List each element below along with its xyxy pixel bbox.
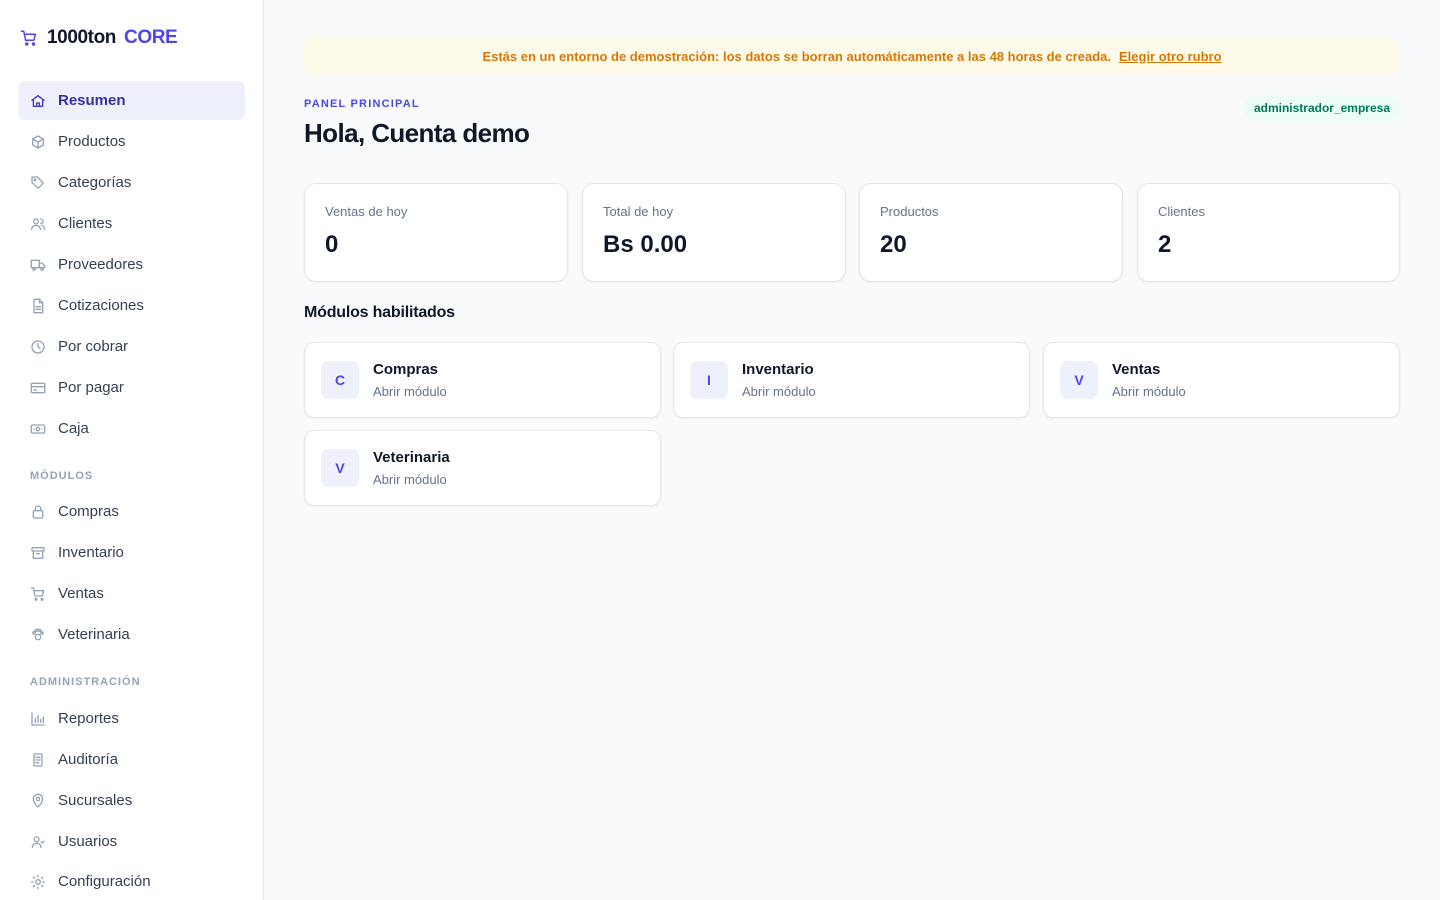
open-module-link[interactable]: Abrir módulo bbox=[373, 472, 447, 487]
sidebar-item-veterinaria[interactable]: Veterinaria bbox=[18, 615, 245, 654]
sidebar-item-label: Ventas bbox=[58, 585, 104, 602]
stat-label: Ventas de hoy bbox=[325, 204, 408, 219]
file-icon bbox=[33, 298, 44, 313]
truck-icon bbox=[30, 259, 46, 271]
sidebar-item-caja[interactable]: Caja bbox=[18, 409, 245, 448]
tag-icon bbox=[31, 175, 44, 189]
sidebar-item-label: Reportes bbox=[58, 710, 119, 727]
module-name: Compras bbox=[373, 361, 439, 378]
stat-value: 0 bbox=[325, 231, 339, 258]
home-icon bbox=[31, 94, 45, 107]
stat-card-clientes: Clientes 2 bbox=[1137, 183, 1400, 282]
clipboard-icon bbox=[33, 752, 43, 767]
module-name: Veterinaria bbox=[373, 449, 450, 466]
sidebar-item-resumen[interactable]: Resumen bbox=[18, 81, 245, 120]
stat-value: 20 bbox=[880, 231, 907, 258]
brand-logo[interactable]: 1000ton CORE bbox=[20, 27, 178, 49]
module-initial: C bbox=[321, 361, 359, 399]
sidebar-item-cotizaciones[interactable]: Cotizaciones bbox=[18, 286, 245, 325]
module-card-ventas[interactable]: V Ventas Abrir módulo bbox=[1043, 342, 1400, 418]
sidebar-item-label: Auditoría bbox=[58, 751, 119, 768]
sun-gear-icon bbox=[30, 874, 46, 889]
paw-icon bbox=[32, 628, 44, 640]
sidebar-item-label: Por cobrar bbox=[58, 338, 129, 355]
module-name: Ventas bbox=[1112, 361, 1161, 378]
sidebar-item-label: Caja bbox=[58, 420, 89, 437]
sidebar-item-label: Categorías bbox=[58, 174, 132, 191]
sidebar-section-modulos: MÓDULOS bbox=[30, 470, 94, 482]
users-icon bbox=[31, 217, 45, 230]
card-icon bbox=[30, 382, 46, 393]
module-initial: V bbox=[321, 449, 359, 487]
sidebar-item-auditoria[interactable]: Auditoría bbox=[18, 740, 245, 779]
sidebar-item-por-pagar[interactable]: Por pagar bbox=[18, 368, 245, 407]
role-badge: administrador_empresa bbox=[1243, 96, 1400, 120]
map-pin-icon bbox=[32, 793, 44, 808]
cash-icon bbox=[30, 423, 46, 434]
sidebar-item-por-cobrar[interactable]: Por cobrar bbox=[18, 327, 245, 366]
clock-icon bbox=[31, 339, 45, 354]
sidebar-item-label: Productos bbox=[58, 133, 126, 150]
page-title: Hola, Cuenta demo bbox=[304, 118, 530, 148]
open-module-link[interactable]: Abrir módulo bbox=[1112, 384, 1186, 399]
module-card-inventario[interactable]: I Inventario Abrir módulo bbox=[673, 342, 1030, 418]
sidebar-item-label: Veterinaria bbox=[58, 626, 130, 643]
stat-card-productos: Productos 20 bbox=[859, 183, 1123, 282]
sidebar-item-proveedores[interactable]: Proveedores bbox=[18, 245, 245, 284]
archive-icon bbox=[31, 546, 45, 559]
brand-suffix: CORE bbox=[124, 27, 178, 48]
sidebar-item-label: Por pagar bbox=[58, 379, 124, 396]
cart-icon bbox=[20, 30, 37, 46]
sidebar-item-clientes[interactable]: Clientes bbox=[18, 204, 245, 243]
stat-card-ventas-hoy: Ventas de hoy 0 bbox=[304, 183, 568, 282]
stat-value: Bs 0.00 bbox=[603, 231, 688, 258]
sidebar-item-label: Compras bbox=[58, 503, 119, 520]
stat-label: Clientes bbox=[1158, 204, 1205, 219]
brand-name: 1000ton bbox=[47, 27, 117, 48]
stat-label: Productos bbox=[880, 204, 939, 219]
module-name: Inventario bbox=[742, 361, 814, 378]
module-card-veterinaria[interactable]: V Veterinaria Abrir módulo bbox=[304, 430, 661, 506]
modules-section-title: Módulos habilitados bbox=[304, 304, 455, 321]
module-initial: V bbox=[1060, 361, 1098, 399]
change-industry-link[interactable]: Elegir otro rubro bbox=[1119, 49, 1222, 64]
bar-chart-icon bbox=[31, 711, 45, 726]
sidebar-item-label: Resumen bbox=[58, 92, 126, 109]
sidebar-item-label: Sucursales bbox=[58, 792, 133, 809]
sidebar-item-label: Configuración bbox=[58, 873, 151, 890]
cart-icon bbox=[30, 586, 45, 601]
sidebar-item-label: Clientes bbox=[58, 215, 113, 232]
sidebar-item-compras[interactable]: Compras bbox=[18, 492, 245, 531]
module-initial: I bbox=[690, 361, 728, 399]
sidebar-item-reportes[interactable]: Reportes bbox=[18, 699, 245, 738]
sidebar-item-sucursales[interactable]: Sucursales bbox=[18, 781, 245, 820]
stat-value: 2 bbox=[1158, 231, 1172, 258]
sidebar: 1000ton CORE Resumen Productos Categoría… bbox=[0, 0, 264, 900]
sidebar-item-inventario[interactable]: Inventario bbox=[18, 533, 245, 572]
open-module-link[interactable]: Abrir módulo bbox=[373, 384, 447, 399]
sidebar-item-configuracion[interactable]: Configuración bbox=[18, 862, 245, 900]
sidebar-section-administracion: ADMINISTRACIÓN bbox=[30, 676, 141, 688]
sidebar-item-label: Usuarios bbox=[58, 833, 118, 850]
sidebar-item-usuarios[interactable]: Usuarios bbox=[18, 822, 245, 861]
sidebar-item-categorias[interactable]: Categorías bbox=[18, 163, 245, 202]
demo-banner: Estás en un entorno de demostración: los… bbox=[304, 37, 1400, 75]
sidebar-item-productos[interactable]: Productos bbox=[18, 122, 245, 161]
bag-icon bbox=[32, 504, 44, 519]
sidebar-item-label: Inventario bbox=[58, 544, 124, 561]
stat-card-total-hoy: Total de hoy Bs 0.00 bbox=[582, 183, 846, 282]
module-card-compras[interactable]: C Compras Abrir módulo bbox=[304, 342, 661, 418]
stat-label: Total de hoy bbox=[603, 204, 674, 219]
sidebar-item-ventas[interactable]: Ventas bbox=[18, 574, 245, 613]
sidebar-item-label: Proveedores bbox=[58, 256, 144, 273]
user-icon bbox=[31, 835, 45, 848]
page-eyebrow: PANEL PRINCIPAL bbox=[304, 98, 420, 110]
box-icon bbox=[31, 134, 44, 149]
demo-banner-text: Estás en un entorno de demostración: los… bbox=[482, 48, 1111, 64]
open-module-link[interactable]: Abrir módulo bbox=[742, 384, 816, 399]
sidebar-item-label: Cotizaciones bbox=[58, 297, 144, 314]
